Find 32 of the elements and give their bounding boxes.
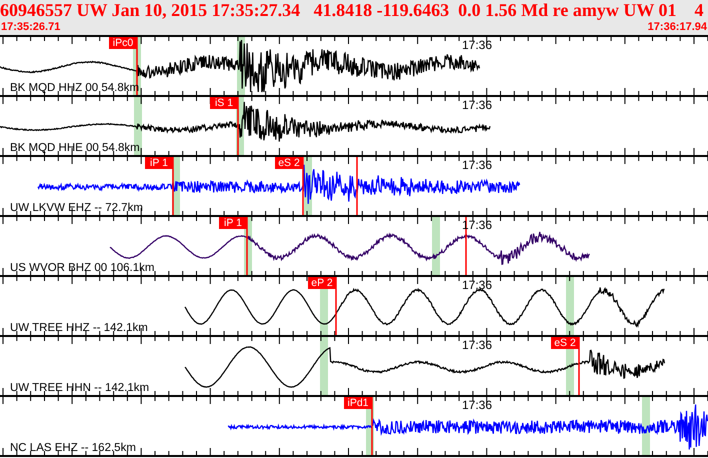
time-label: 17:36: [462, 338, 492, 352]
pick-flag[interactable]: eP 2: [308, 277, 336, 289]
pick-flag[interactable]: iP 1: [219, 217, 247, 229]
time-label: 17:36: [462, 158, 492, 172]
pick-flag[interactable]: iPd1: [344, 397, 372, 409]
pick-flag[interactable]: iP 1: [145, 157, 173, 169]
pick-window-band: [566, 277, 574, 335]
pick-line[interactable]: [302, 157, 304, 215]
pick-window-band: [320, 337, 328, 395]
pick-flag[interactable]: iPc0: [109, 37, 137, 49]
time-label: 17:36: [462, 398, 492, 412]
pick-line[interactable]: [356, 157, 358, 215]
channel-label: UW TREE HHZ -- 142.1km: [10, 322, 148, 335]
pick-line[interactable]: [136, 37, 138, 95]
time-label: 17:36: [462, 38, 492, 52]
pick-line[interactable]: [237, 97, 239, 155]
channel-label: UW TREE HHN -- 142.1km: [10, 382, 150, 395]
channel-label: BK MQD HHE 00 54.8km: [10, 142, 140, 155]
pick-flag[interactable]: iS 1: [210, 97, 238, 109]
time-label: 17:36: [462, 278, 492, 292]
end-time: 17:36:17.94: [648, 21, 707, 34]
pick-window-band: [642, 397, 650, 455]
pick-flag[interactable]: eS 2: [551, 337, 579, 349]
event-summary: 60946557 UW Jan 10, 2015 17:35:27.34 41.8418 -119.6463 0.0 1.56 Md re amyw UW 01 4: [0, 0, 704, 21]
channel-label: US WVOR BHZ 00 106.1km: [10, 262, 154, 275]
pick-window-band: [432, 217, 440, 275]
pick-flag[interactable]: eS 2: [275, 157, 303, 169]
channel-label: NC LAS EHZ -- 162.5km: [10, 442, 136, 455]
pick-line[interactable]: [465, 217, 467, 275]
time-label: 17:36: [462, 98, 492, 112]
start-time: 17:35:26.71: [1, 21, 60, 34]
channel-label: UW LKVW EHZ -- 72.7km: [10, 202, 143, 215]
